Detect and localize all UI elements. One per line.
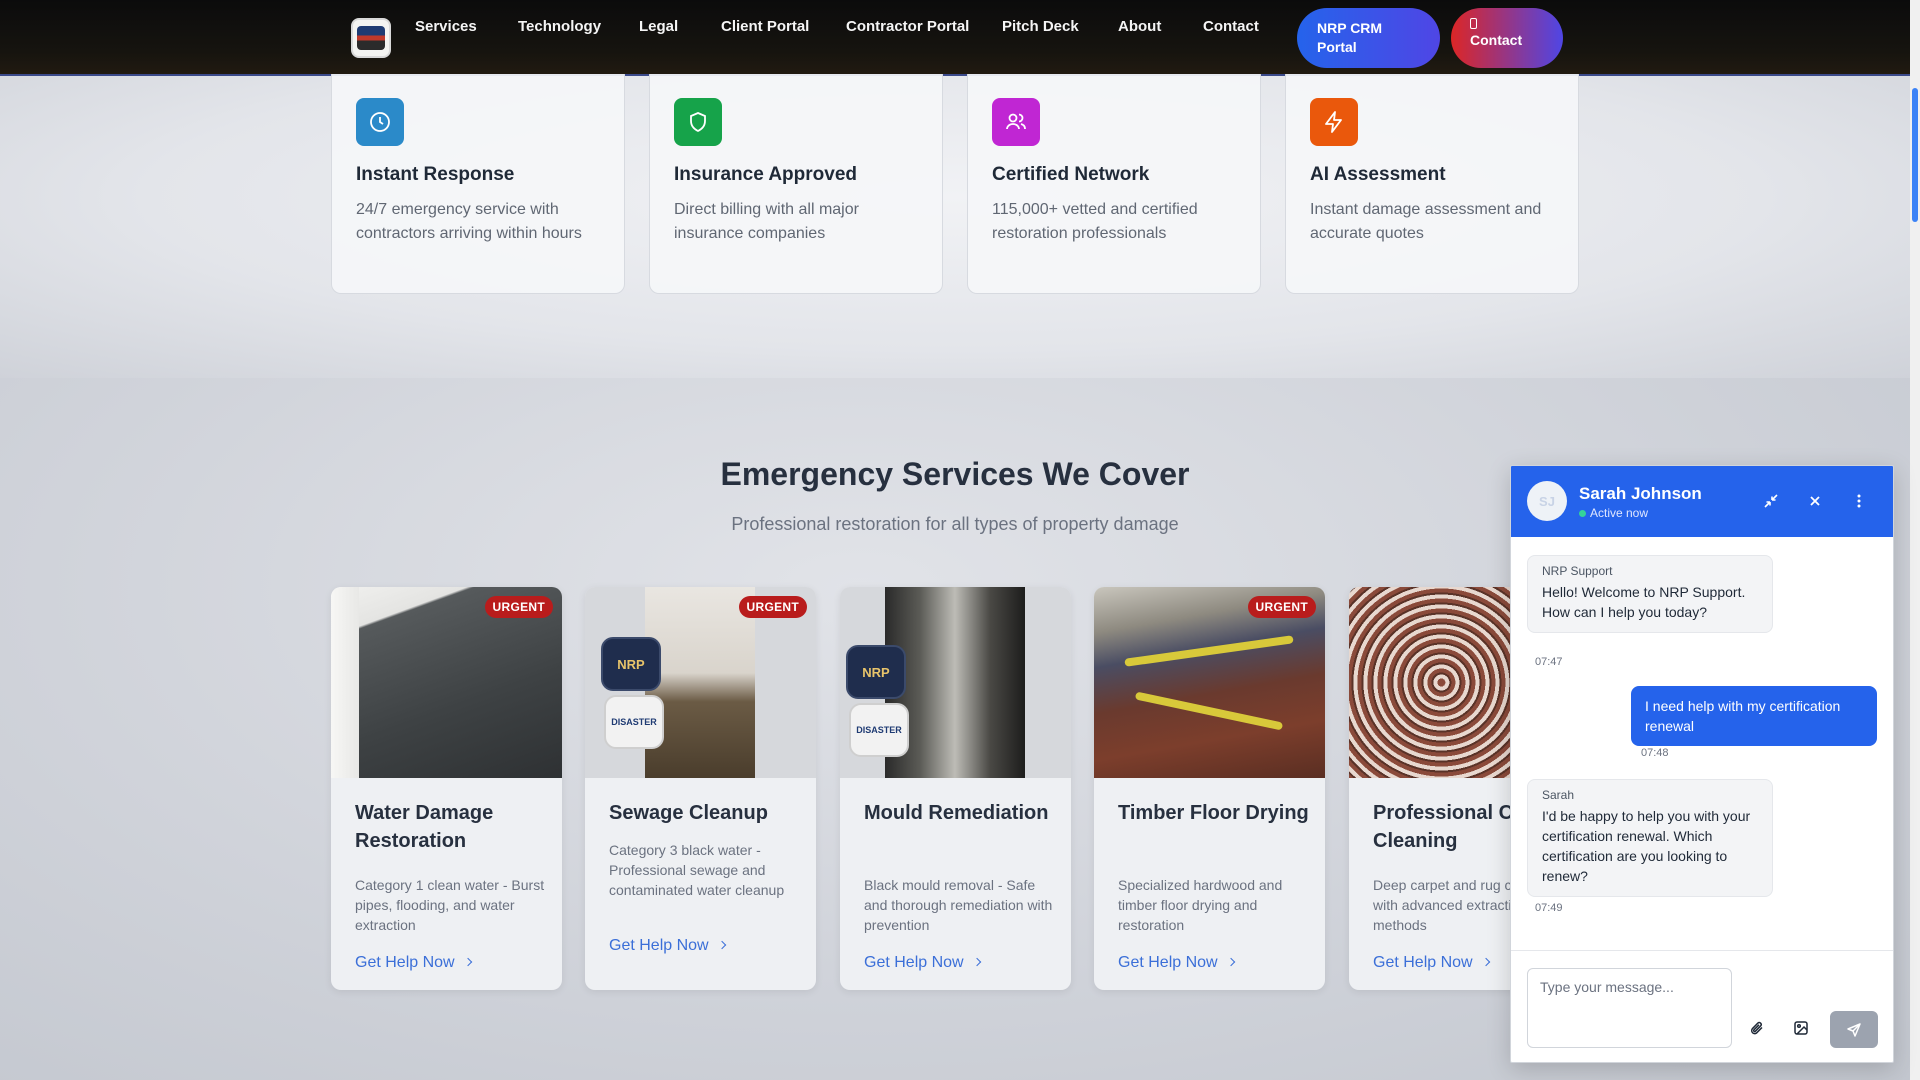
crm-portal-button[interactable]: NRP CRM Portal (1297, 8, 1440, 68)
nav-client-portal[interactable]: Client Portal (721, 18, 809, 35)
hose-shape (1124, 635, 1294, 667)
service-card-water-damage[interactable]: URGENT Water Damage Restoration Category… (331, 587, 562, 990)
service-card-sewage-cleanup[interactable]: NRP DISASTER URGENT Sewage Cleanup Categ… (585, 587, 816, 990)
get-help-link[interactable]: Get Help Now (864, 954, 981, 972)
feature-title: Instant Response (356, 164, 515, 185)
nav-services[interactable]: Services (415, 18, 477, 35)
feature-description: Direct billing with all major insurance … (674, 201, 859, 242)
nav-contractor-portal[interactable]: Contractor Portal (846, 18, 969, 35)
top-navbar: Services Technology Legal Client Portal … (0, 0, 1910, 76)
feature-description: 24/7 emergency service with contractors … (356, 201, 582, 242)
service-description: Specialized hardwood and timber floor dr… (1118, 877, 1283, 933)
get-help-label: Get Help Now (1373, 954, 1473, 971)
service-title: Mould Remediation (864, 802, 1049, 824)
message-incoming: Sarah I'd be happy to help you with your… (1527, 779, 1773, 897)
service-title: Timber Floor Drying (1118, 802, 1309, 824)
nav-about[interactable]: About (1118, 18, 1161, 35)
feature-description: 115,000+ vetted and certified restoratio… (992, 201, 1198, 242)
service-description: Category 3 black water - Professional se… (609, 842, 785, 898)
hose-shape (1134, 691, 1284, 731)
feature-title: Insurance Approved (674, 164, 858, 185)
paperclip-icon[interactable] (1745, 1016, 1769, 1040)
lightning-icon (1310, 98, 1358, 146)
feature-card-instant-response: Instant Response 24/7 emergency service … (331, 74, 625, 294)
avatar: SJ (1527, 481, 1567, 521)
service-card-mould-remediation[interactable]: NRP DISASTER Mould Remediation Black mou… (840, 587, 1071, 990)
send-icon (1847, 1022, 1861, 1037)
chat-status: Active now (1579, 506, 1648, 520)
message-time: 07:49 (1535, 902, 1563, 914)
chat-status-label: Active now (1590, 506, 1649, 520)
shield-icon (674, 98, 722, 146)
message-text: I'd be happy to help you with your certi… (1542, 808, 1751, 884)
chat-header: SJ Sarah Johnson Active now (1511, 466, 1893, 537)
get-help-label: Get Help Now (609, 937, 709, 954)
site-logo[interactable] (351, 18, 391, 58)
message-sender: NRP Support (1542, 564, 1613, 578)
image-icon[interactable] (1789, 1016, 1813, 1040)
online-dot-icon (1579, 510, 1586, 517)
message-time: 07:47 (1535, 656, 1563, 668)
nav-technology[interactable]: Technology (518, 18, 601, 35)
phone-icon (1470, 18, 1477, 29)
message-incoming: NRP Support Hello! Welcome to NRP Suppor… (1527, 555, 1773, 633)
disaster-logo-badge: DISASTER (849, 703, 909, 757)
get-help-link[interactable]: Get Help Now (1118, 954, 1235, 972)
message-time: 07:48 (1641, 747, 1669, 759)
scrollbar-thumb[interactable] (1912, 88, 1918, 222)
message-outgoing: I need help with my certification renewa… (1631, 686, 1877, 746)
chevron-right-icon (717, 940, 726, 950)
get-help-label: Get Help Now (1118, 954, 1218, 971)
chat-message-input[interactable] (1527, 968, 1732, 1048)
contact-button[interactable]: Contact (1451, 8, 1563, 68)
get-help-link[interactable]: Get Help Now (609, 937, 726, 955)
service-title: Sewage Cleanup (609, 802, 768, 824)
nrp-logo-badge: NRP (601, 637, 661, 691)
chat-divider (1511, 950, 1893, 951)
get-help-label: Get Help Now (864, 954, 964, 971)
users-icon (992, 98, 1040, 146)
feature-title: Certified Network (992, 164, 1150, 185)
logo-mark (357, 26, 385, 50)
service-title: Water Damage Restoration (355, 802, 494, 852)
chevron-right-icon (1226, 957, 1235, 967)
feature-description: Instant damage assessment and accurate q… (1310, 201, 1542, 242)
minimize-icon[interactable] (1760, 490, 1782, 512)
feature-card-certified-network: Certified Network 115,000+ vetted and ce… (967, 74, 1261, 294)
crm-portal-label: NRP CRM Portal (1317, 20, 1383, 55)
features-section: Instant Response 24/7 emergency service … (0, 74, 1910, 378)
chat-agent-name: Sarah Johnson (1579, 484, 1702, 503)
feature-title: AI Assessment (1310, 164, 1446, 185)
room-photo (645, 587, 755, 778)
urgent-badge: URGENT (1247, 596, 1316, 618)
message-sender: Sarah (1542, 788, 1575, 802)
close-icon[interactable] (1804, 490, 1826, 512)
send-button[interactable] (1830, 1011, 1878, 1048)
feature-card-insurance-approved: Insurance Approved Direct billing with a… (649, 74, 943, 294)
get-help-link[interactable]: Get Help Now (355, 954, 472, 972)
urgent-badge: URGENT (484, 596, 553, 618)
get-help-label: Get Help Now (355, 954, 455, 971)
service-description: Category 1 clean water - Burst pipes, fl… (355, 877, 545, 933)
feature-card-ai-assessment: AI Assessment Instant damage assessment … (1285, 74, 1579, 294)
nav-contact[interactable]: Contact (1203, 18, 1259, 35)
service-card-timber-floor[interactable]: URGENT Timber Floor Drying Specialized h… (1094, 587, 1325, 990)
clock-icon (356, 98, 404, 146)
more-options-icon[interactable] (1848, 490, 1870, 512)
wall-shape (331, 587, 359, 778)
support-chat-widget: SJ Sarah Johnson Active now NRP Support … (1510, 465, 1894, 1063)
message-text: Hello! Welcome to NRP Support. How can I… (1542, 584, 1746, 620)
get-help-link[interactable]: Get Help Now (1373, 954, 1490, 972)
chevron-right-icon (972, 957, 981, 967)
contact-button-label: Contact (1470, 32, 1523, 48)
chevron-right-icon (463, 957, 472, 967)
nav-legal[interactable]: Legal (639, 18, 678, 35)
nav-pitch-deck[interactable]: Pitch Deck (1002, 18, 1079, 35)
service-description: Black mould removal - Safe and thorough … (864, 877, 1053, 933)
message-text: I need help with my certification renewa… (1645, 698, 1841, 734)
urgent-badge: URGENT (738, 596, 807, 618)
disaster-logo-badge: DISASTER (604, 695, 664, 749)
chevron-right-icon (1481, 957, 1490, 967)
nrp-logo-badge: NRP (846, 645, 906, 699)
